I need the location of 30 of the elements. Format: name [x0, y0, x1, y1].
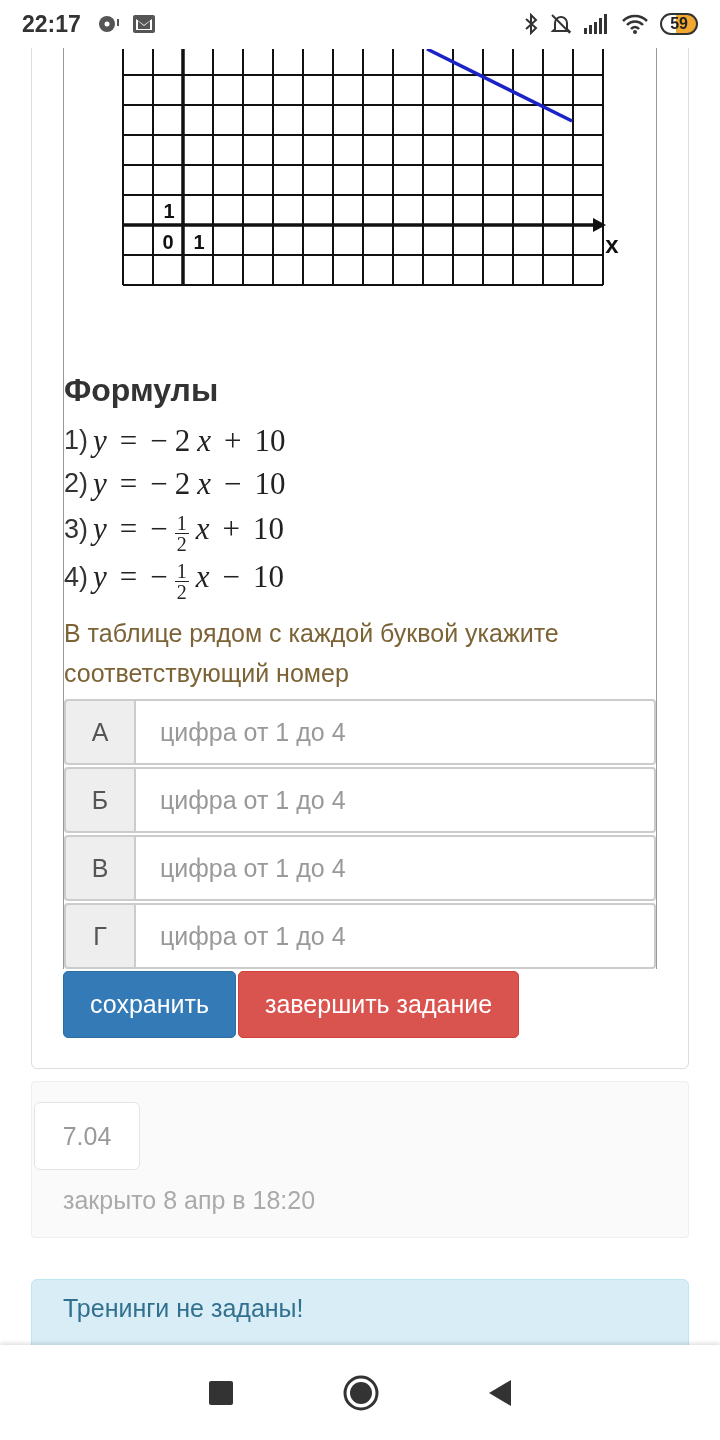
section-heading: Формулы	[64, 372, 220, 409]
instruction-text: В таблице рядом с каждой буквой укажите соответствующий номер	[64, 618, 560, 689]
axis-label: 1	[163, 200, 175, 222]
answer-field[interactable]: цифра от 1 до 4	[134, 767, 656, 833]
mail-icon	[132, 15, 155, 33]
save-button[interactable]: сохранить	[63, 971, 236, 1038]
back-icon[interactable]	[489, 1379, 511, 1406]
axis-label: 0	[162, 231, 174, 253]
formula: 2) y = − 2 x − 10	[64, 464, 287, 503]
bell-muted-icon	[550, 13, 573, 35]
alert-text: Тренинги не заданы!	[63, 1294, 304, 1322]
notification-icon	[96, 13, 121, 35]
answer-letter: А	[64, 699, 134, 765]
axis-label: 1	[193, 231, 205, 253]
task-badge: 7.04	[34, 1102, 140, 1170]
finish-button[interactable]: завершить задание	[237, 971, 520, 1038]
answer-letter: В	[64, 835, 134, 901]
answer-field[interactable]: цифра от 1 до 4	[134, 699, 656, 765]
recents-icon[interactable]	[209, 1380, 233, 1405]
answer-letter: Г	[64, 903, 134, 969]
answer-field[interactable]: цифра от 1 до 4	[134, 835, 656, 901]
task-status: закрыто 8 апр в 18:20	[63, 1186, 316, 1215]
answer-field[interactable]: цифра от 1 до 4	[134, 903, 656, 969]
wifi-icon	[622, 14, 649, 34]
home-icon[interactable]	[343, 1374, 379, 1411]
formula: 1) y = − 2 x + 10	[64, 421, 287, 460]
answer-letter: Б	[64, 767, 134, 833]
bluetooth-icon	[524, 13, 539, 35]
status-time: 22:17	[22, 10, 81, 38]
axis-label: x	[605, 231, 619, 258]
